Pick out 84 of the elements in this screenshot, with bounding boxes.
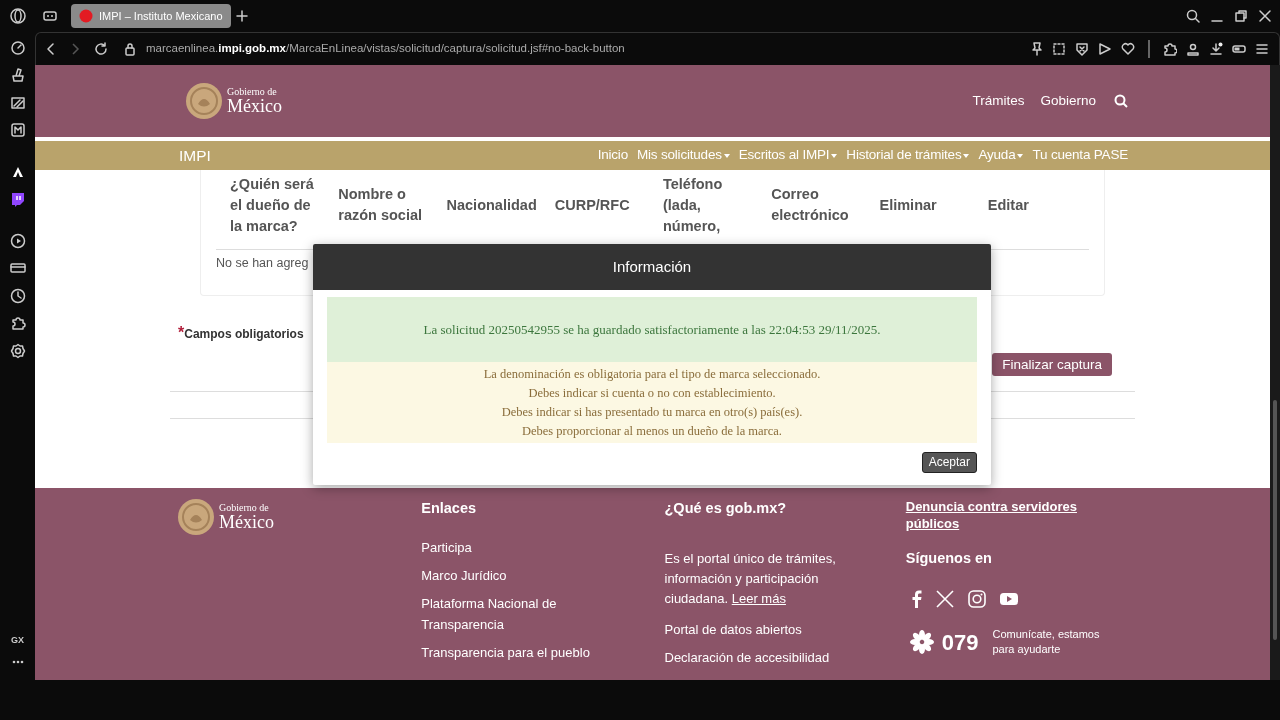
nav-link[interactable]: Gobierno bbox=[1040, 90, 1096, 112]
about-text: Es el portal único de trámites, información y participación ciudadana. Leer más bbox=[664, 549, 837, 608]
gamepad-icon[interactable] bbox=[43, 11, 57, 21]
search-icon[interactable] bbox=[1186, 9, 1200, 23]
success-message: La solicitud 20250542955 se ha guardado satisfactoriamente a las 22:04:53 29/11/2025. bbox=[327, 297, 977, 362]
browser-logo-icon[interactable] bbox=[9, 8, 26, 24]
column-header: Nombre o razón social bbox=[337, 185, 424, 225]
phone-number: 079 bbox=[941, 628, 979, 657]
caret-icon bbox=[963, 153, 970, 158]
caret-icon bbox=[1017, 153, 1024, 158]
column-header: Teléfono (lada, número, bbox=[662, 174, 724, 236]
footer-link[interactable]: Declaración de accesibilidad bbox=[664, 646, 894, 668]
emblem-icon bbox=[177, 498, 215, 536]
lock-icon bbox=[124, 42, 136, 56]
logo-text: Gobierno de bbox=[227, 87, 278, 97]
warning-text: Debes indicar si cuenta o no con establecimiento. bbox=[528, 385, 776, 402]
sidebar-label[interactable]: GX bbox=[11, 634, 24, 650]
reload-icon[interactable] bbox=[94, 42, 108, 56]
warning-text: Debes indicar si has presentado tu marca en otro(s) país(es). bbox=[501, 404, 803, 421]
heart-icon[interactable] bbox=[1121, 42, 1135, 56]
chat-bubble-icon[interactable] bbox=[9, 191, 26, 208]
gauge-icon[interactable] bbox=[9, 39, 26, 56]
striped-square-icon[interactable] bbox=[9, 94, 26, 111]
site-icon bbox=[79, 9, 93, 23]
menu-icon[interactable] bbox=[1255, 42, 1269, 56]
download-icon[interactable] bbox=[1209, 42, 1223, 56]
accept-button[interactable]: Aceptar bbox=[921, 452, 977, 473]
footer-link[interactable]: Portal de datos abiertos bbox=[664, 618, 894, 640]
column-header: Eliminar bbox=[878, 195, 938, 215]
report-link[interactable]: Denuncia contra servidores públicos bbox=[905, 498, 1106, 532]
logo-text: Gobierno de bbox=[219, 503, 270, 513]
play-icon[interactable] bbox=[9, 232, 26, 249]
close-icon[interactable] bbox=[1258, 9, 1272, 23]
read-more-link[interactable]: Leer más bbox=[731, 590, 786, 606]
restore-icon[interactable] bbox=[1234, 9, 1248, 23]
pin-icon[interactable] bbox=[1031, 42, 1043, 56]
instagram-icon[interactable] bbox=[967, 589, 986, 608]
caret-icon bbox=[723, 153, 730, 158]
scrollbar[interactable] bbox=[1270, 65, 1280, 680]
shield-icon[interactable] bbox=[1075, 42, 1089, 56]
contact-text: Comunícate, estamos para ayudarte bbox=[992, 627, 1101, 658]
column-header: ¿Quién será el dueño de la marca? bbox=[229, 174, 315, 236]
column-header: Correo electrónico bbox=[770, 185, 850, 225]
crop-icon[interactable] bbox=[1052, 42, 1066, 56]
search-icon[interactable] bbox=[1114, 94, 1128, 108]
clock-icon[interactable] bbox=[9, 287, 26, 304]
send-icon[interactable] bbox=[1098, 42, 1112, 56]
footer-link[interactable]: Plataforma Nacional de Transparencia bbox=[421, 592, 607, 635]
finish-button[interactable]: Finalizar captura bbox=[992, 353, 1112, 376]
footer-heading: ¿Qué es gob.mx? bbox=[664, 499, 788, 518]
x-icon[interactable] bbox=[935, 589, 954, 608]
puzzle-icon[interactable] bbox=[9, 315, 26, 332]
nav-link[interactable]: Trámites bbox=[972, 90, 1025, 112]
square-icon[interactable] bbox=[9, 122, 26, 139]
browser-tab[interactable]: IMPI – Instituto Mexicano bbox=[71, 4, 231, 28]
puzzle-icon[interactable] bbox=[1163, 42, 1177, 56]
emblem-icon bbox=[185, 82, 223, 120]
column-header: Editar bbox=[986, 195, 1030, 215]
battery-icon[interactable] bbox=[1232, 42, 1246, 56]
facebook-icon[interactable] bbox=[911, 589, 922, 608]
column-header: Nacionalidad bbox=[445, 195, 538, 215]
warning-text: Debes proporcionar al menos un dueño de la marca. bbox=[522, 423, 782, 440]
footer-link[interactable]: Transparencia para el pueblo bbox=[421, 641, 607, 663]
settings-icon[interactable] bbox=[9, 342, 26, 359]
footer-link[interactable]: Marco Jurídico bbox=[421, 564, 607, 586]
empty-message: No se han agreg bbox=[216, 255, 309, 272]
logo-text: México bbox=[219, 513, 274, 531]
caret-icon bbox=[831, 153, 838, 158]
follow-heading: Síguenos en bbox=[905, 549, 993, 568]
back-icon[interactable] bbox=[46, 43, 56, 55]
column-header: CURP/RFC bbox=[553, 195, 631, 215]
flower-icon bbox=[909, 630, 934, 655]
more-icon[interactable] bbox=[11, 660, 24, 664]
footer-link[interactable]: Participa bbox=[421, 536, 607, 558]
dialog-title: Información bbox=[313, 244, 991, 290]
footer-heading: Enlaces bbox=[421, 499, 478, 518]
youtube-icon[interactable] bbox=[999, 591, 1018, 606]
user-icon[interactable] bbox=[1186, 42, 1200, 56]
brush-icon[interactable] bbox=[9, 67, 26, 84]
forward-icon[interactable] bbox=[70, 43, 80, 55]
required-note: *Campos obligatorios bbox=[178, 323, 304, 343]
logo-text: México bbox=[227, 97, 282, 115]
new-tab-icon[interactable] bbox=[235, 9, 249, 23]
warning-text: La denominación es obligatoria para el tipo de marca seleccionado. bbox=[483, 366, 821, 383]
